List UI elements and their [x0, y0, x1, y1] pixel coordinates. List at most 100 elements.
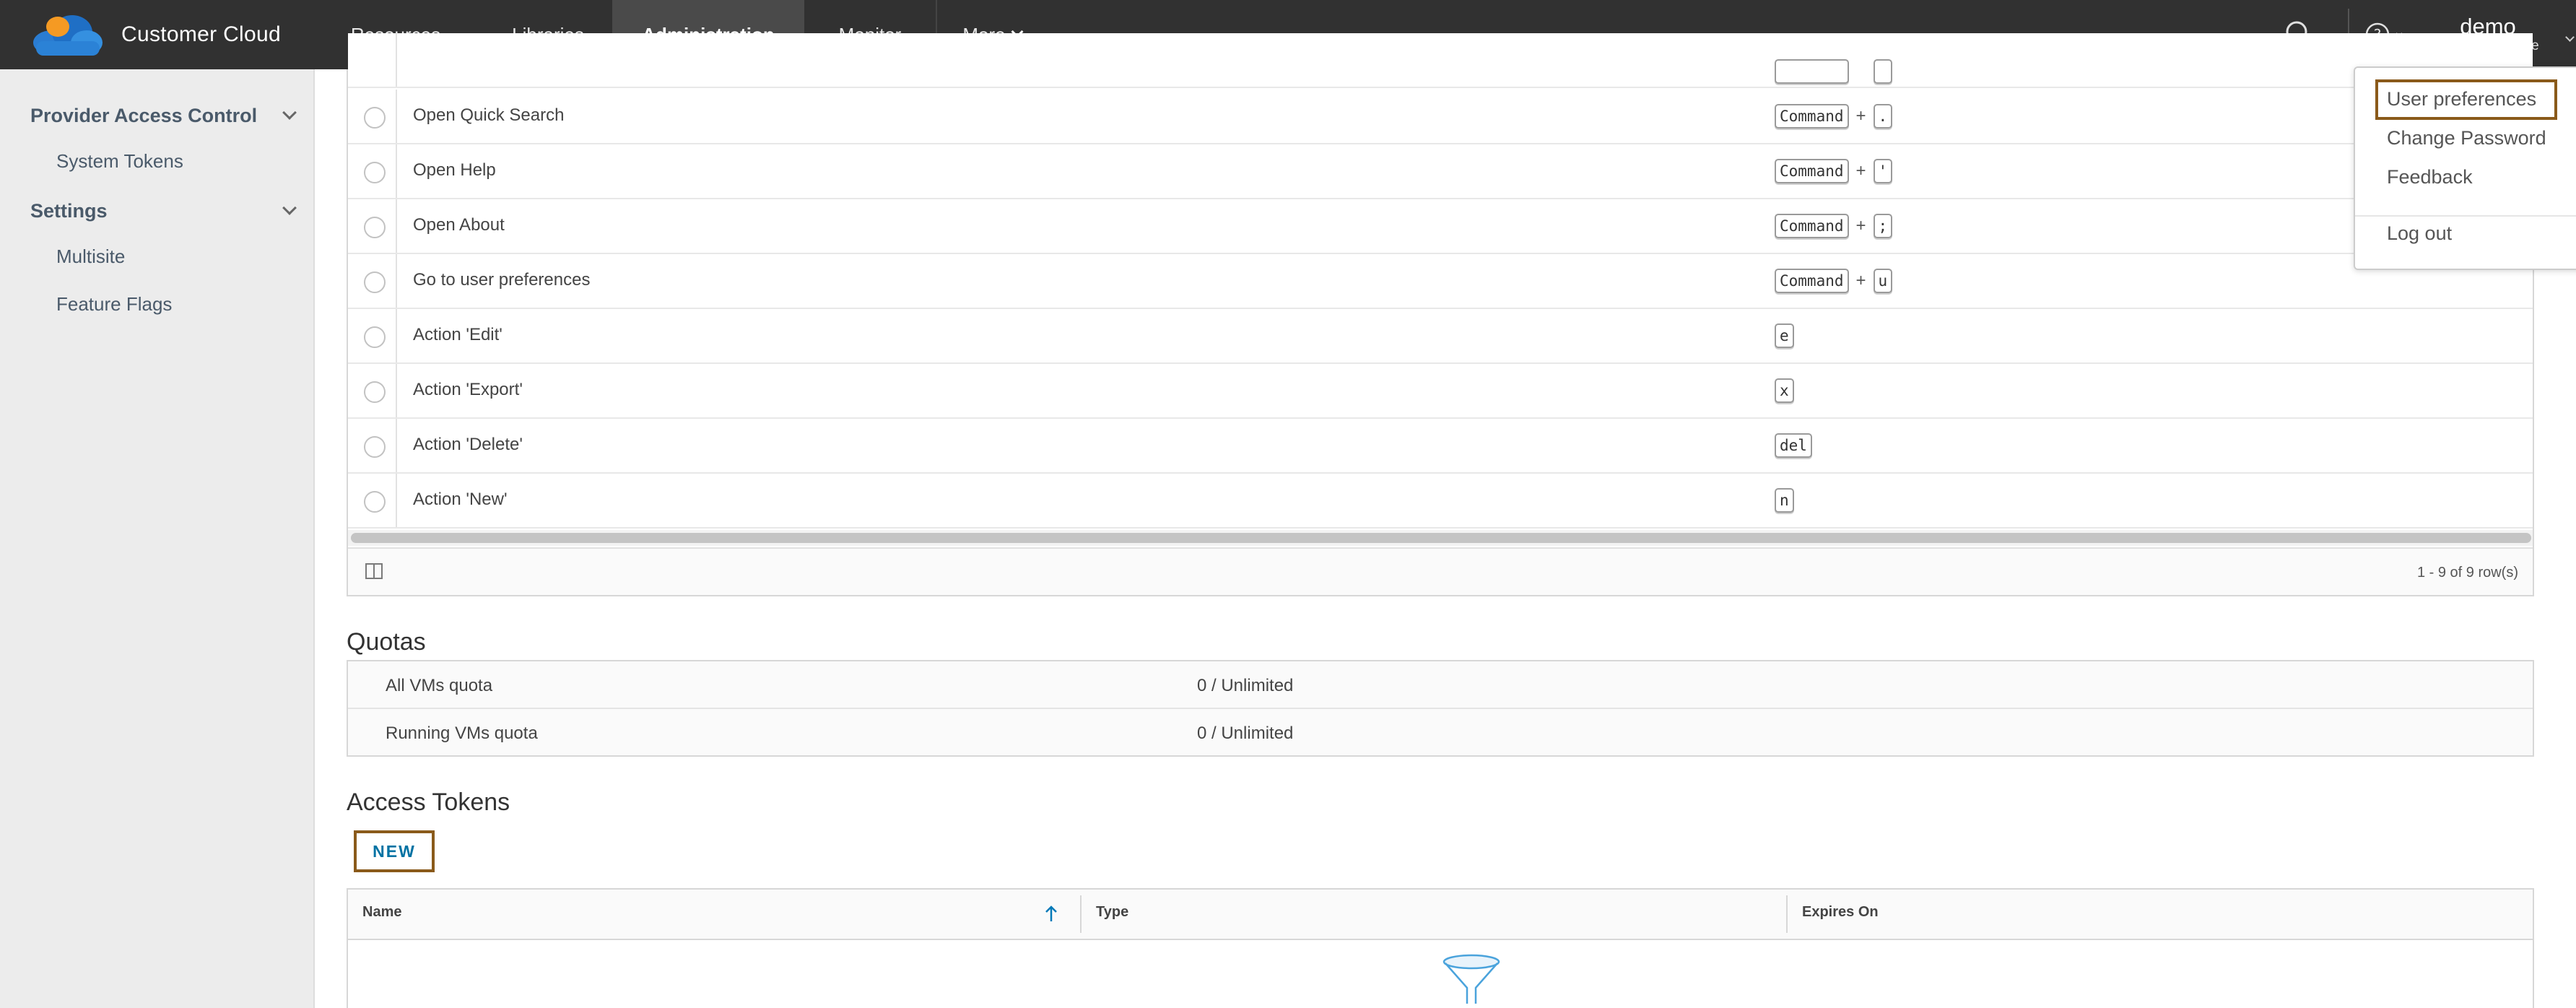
column-header-expires-on[interactable]: Expires On — [1802, 904, 1879, 921]
row-action-label: Action 'Delete' — [413, 435, 523, 454]
key: Command — [1775, 59, 1849, 84]
grid-footer: 1 - 9 of 9 row(s) — [348, 547, 2533, 595]
new-button-label: NEW — [373, 841, 416, 861]
table-row[interactable]: Open Quick Search Command +. — [348, 90, 2533, 144]
key: Command — [1775, 104, 1849, 129]
row-action-label: Action 'Edit' — [413, 325, 502, 344]
key: n — [1775, 488, 1794, 513]
key: ; — [1873, 214, 1893, 238]
plus-sign: + — [1855, 271, 1866, 290]
sidebar-item-system-tokens[interactable]: System Tokens — [56, 150, 183, 173]
key: . — [1873, 104, 1893, 129]
quota-label: Running VMs quota — [386, 724, 538, 743]
quota-label: All VMs quota — [386, 676, 493, 695]
sort-ascending-icon[interactable] — [1043, 903, 1060, 924]
quotas-title: Quotas — [347, 628, 426, 656]
key: x — [1873, 59, 1893, 84]
menu-item-log-out[interactable]: Log out — [2387, 222, 2452, 245]
key: x — [1775, 378, 1794, 403]
row-select-radio[interactable] — [364, 271, 386, 293]
row-action-label: Open Help — [413, 160, 496, 180]
row-shortcut: Command + x — [1775, 59, 1893, 84]
sidebar-item-multisite[interactable]: Multisite — [56, 246, 125, 268]
key: Command — [1775, 159, 1849, 183]
shortcuts-grid: Command + x Open Quick Search Command +. Op… — [347, 33, 2534, 596]
quotas-table: All VMs quota 0 / Unlimited Running VMs … — [347, 660, 2534, 757]
quota-row: Running VMs quota 0 / Unlimited — [348, 709, 2533, 757]
row-shortcut: e — [1775, 323, 1794, 348]
grid-header: Name Type Expires On — [348, 890, 2533, 940]
key: e — [1775, 323, 1794, 348]
access-tokens-title: Access Tokens — [347, 788, 510, 816]
row-shortcut: x — [1775, 378, 1794, 403]
table-row[interactable]: Action 'Delete' del — [348, 419, 2533, 474]
key: Command — [1775, 269, 1849, 293]
row-action-label: Action 'New' — [413, 490, 508, 509]
menu-item-change-password[interactable]: Change Password — [2387, 127, 2546, 149]
access-tokens-grid: Name Type Expires On — [347, 888, 2534, 1008]
row-select-radio[interactable] — [364, 491, 386, 513]
row-divider — [396, 90, 397, 143]
table-row[interactable]: Command + x — [348, 33, 2533, 88]
quota-row: All VMs quota 0 / Unlimited — [348, 661, 2533, 709]
plus-sign: + — [1855, 161, 1866, 181]
brand[interactable]: Customer Cloud — [0, 0, 308, 69]
row-select-radio[interactable] — [364, 436, 386, 458]
column-separator[interactable] — [1080, 895, 1082, 933]
table-row[interactable]: Action 'New' n — [348, 474, 2533, 529]
table-row[interactable]: Go to user preferences Command + u — [348, 254, 2533, 309]
row-select-radio[interactable] — [364, 162, 386, 183]
chevron-down-icon — [282, 201, 297, 215]
table-row[interactable]: Action 'Edit' e — [348, 309, 2533, 364]
row-count: 1 - 9 of 9 row(s) — [2416, 565, 2518, 581]
sidebar-section-label: Settings — [30, 199, 108, 222]
row-divider — [396, 364, 397, 417]
row-shortcut: Command +. — [1775, 104, 1893, 129]
table-row[interactable]: Action 'Export' x — [348, 364, 2533, 419]
column-separator[interactable] — [1786, 895, 1788, 933]
main-content: Command + x Open Quick Search Command +. Op… — [316, 33, 2576, 1008]
column-toggle-icon[interactable] — [365, 563, 383, 579]
sidebar-section-label: Provider Access Control — [30, 104, 258, 126]
row-shortcut: Command + u — [1775, 269, 1893, 293]
sidebar-item-feature-flags[interactable]: Feature Flags — [56, 293, 172, 316]
sidebar: Provider Access Control System Tokens Se… — [0, 69, 315, 1008]
key: u — [1873, 269, 1893, 293]
column-header-type[interactable]: Type — [1096, 904, 1128, 921]
quota-value: 0 / Unlimited — [1197, 676, 1294, 695]
menu-item-user-preferences[interactable]: User preferences — [2387, 88, 2536, 110]
row-divider — [396, 309, 397, 362]
plus-sign: + — [1856, 61, 1866, 82]
column-header-name[interactable]: Name — [362, 904, 401, 921]
row-shortcut: Command + ' — [1775, 159, 1893, 183]
new-token-button[interactable]: NEW — [354, 830, 435, 872]
row-divider — [396, 474, 397, 527]
chevron-down-icon — [2565, 32, 2575, 42]
row-select-radio[interactable] — [364, 217, 386, 238]
row-shortcut: n — [1775, 488, 1794, 513]
quota-value: 0 / Unlimited — [1197, 724, 1294, 743]
sidebar-section-settings[interactable]: Settings — [30, 196, 300, 225]
cloud-logo-icon — [33, 15, 103, 56]
row-action-label: Open Quick Search — [413, 105, 565, 125]
row-divider — [396, 254, 397, 308]
plus-sign: + — [1855, 106, 1866, 126]
row-divider — [396, 144, 397, 198]
row-select-radio[interactable] — [364, 381, 386, 403]
key: Command — [1775, 214, 1849, 238]
sidebar-section-provider-access-control[interactable]: Provider Access Control — [30, 101, 300, 130]
menu-item-feedback[interactable]: Feedback — [2387, 166, 2473, 188]
table-row[interactable]: Open Help Command + ' — [348, 144, 2533, 199]
key: del — [1775, 433, 1812, 458]
row-divider — [396, 199, 397, 253]
row-select-radio[interactable] — [364, 107, 386, 129]
row-select-radio[interactable] — [364, 326, 386, 348]
table-row[interactable]: Open About Command +; — [348, 199, 2533, 254]
user-menu-dropdown: User preferences Change Password Feedbac… — [2354, 66, 2576, 270]
menu-divider — [2355, 215, 2576, 217]
key: ' — [1873, 159, 1893, 183]
row-divider — [396, 33, 397, 87]
row-divider — [396, 419, 397, 472]
row-shortcut: Command +; — [1775, 214, 1893, 238]
scrollbar-thumb[interactable] — [351, 533, 2531, 543]
